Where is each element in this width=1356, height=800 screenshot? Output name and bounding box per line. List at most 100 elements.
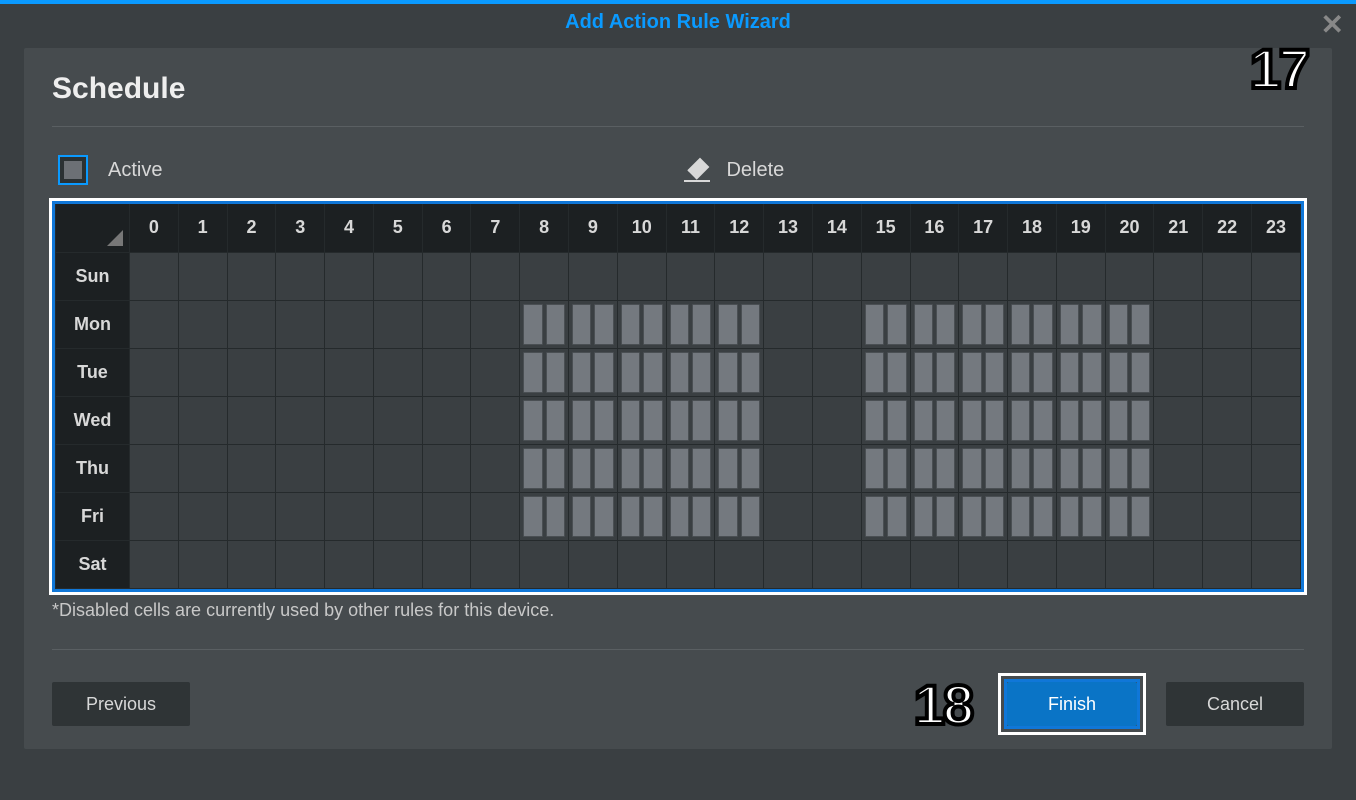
schedule-cell[interactable]: [1056, 444, 1105, 492]
schedule-cell[interactable]: [666, 348, 715, 396]
schedule-cell[interactable]: [1251, 444, 1300, 492]
schedule-cell[interactable]: [130, 444, 179, 492]
schedule-cell[interactable]: [812, 300, 861, 348]
schedule-cell[interactable]: [617, 252, 666, 300]
schedule-cell[interactable]: [276, 300, 325, 348]
schedule-cell[interactable]: [959, 492, 1008, 540]
schedule-cell[interactable]: [764, 444, 813, 492]
schedule-cell[interactable]: [1203, 492, 1252, 540]
schedule-cell[interactable]: [373, 444, 422, 492]
schedule-cell[interactable]: [276, 348, 325, 396]
schedule-cell[interactable]: [617, 540, 666, 588]
schedule-cell[interactable]: [764, 348, 813, 396]
schedule-cell[interactable]: [1203, 444, 1252, 492]
hour-header[interactable]: 0: [130, 204, 179, 252]
schedule-cell[interactable]: [1203, 300, 1252, 348]
schedule-grid[interactable]: 01234567891011121314151617181920212223 S…: [55, 204, 1301, 589]
hour-header[interactable]: 4: [325, 204, 374, 252]
close-icon[interactable]: ✕: [1321, 8, 1344, 41]
hour-header[interactable]: 1: [178, 204, 227, 252]
schedule-cell[interactable]: [227, 396, 276, 444]
schedule-cell[interactable]: [1008, 252, 1057, 300]
hour-header[interactable]: 5: [373, 204, 422, 252]
schedule-cell[interactable]: [1154, 252, 1203, 300]
schedule-cell[interactable]: [861, 540, 910, 588]
schedule-cell[interactable]: [1056, 252, 1105, 300]
schedule-cell[interactable]: [471, 348, 520, 396]
schedule-cell[interactable]: [764, 252, 813, 300]
schedule-cell[interactable]: [276, 540, 325, 588]
schedule-cell[interactable]: [1203, 396, 1252, 444]
schedule-cell[interactable]: [1105, 540, 1154, 588]
previous-button[interactable]: Previous: [52, 682, 190, 726]
schedule-cell[interactable]: [1008, 396, 1057, 444]
day-header[interactable]: Tue: [56, 348, 130, 396]
hour-header[interactable]: 18: [1008, 204, 1057, 252]
schedule-cell[interactable]: [276, 396, 325, 444]
schedule-cell[interactable]: [130, 396, 179, 444]
schedule-cell[interactable]: [715, 396, 764, 444]
schedule-cell[interactable]: [715, 540, 764, 588]
schedule-cell[interactable]: [1056, 396, 1105, 444]
hour-header[interactable]: 9: [569, 204, 618, 252]
schedule-cell[interactable]: [1251, 540, 1300, 588]
schedule-cell[interactable]: [861, 348, 910, 396]
schedule-cell[interactable]: [130, 252, 179, 300]
hour-header[interactable]: 23: [1251, 204, 1300, 252]
grid-corner[interactable]: [56, 204, 130, 252]
schedule-cell[interactable]: [910, 252, 959, 300]
schedule-cell[interactable]: [130, 540, 179, 588]
hour-header[interactable]: 2: [227, 204, 276, 252]
schedule-cell[interactable]: [569, 300, 618, 348]
schedule-cell[interactable]: [1056, 300, 1105, 348]
schedule-cell[interactable]: [812, 444, 861, 492]
schedule-cell[interactable]: [569, 252, 618, 300]
schedule-cell[interactable]: [276, 444, 325, 492]
schedule-cell[interactable]: [373, 540, 422, 588]
schedule-cell[interactable]: [422, 252, 471, 300]
schedule-cell[interactable]: [1105, 252, 1154, 300]
schedule-cell[interactable]: [471, 444, 520, 492]
schedule-cell[interactable]: [617, 348, 666, 396]
schedule-cell[interactable]: [812, 540, 861, 588]
schedule-cell[interactable]: [959, 348, 1008, 396]
schedule-cell[interactable]: [422, 492, 471, 540]
schedule-cell[interactable]: [227, 252, 276, 300]
day-header[interactable]: Wed: [56, 396, 130, 444]
schedule-cell[interactable]: [861, 444, 910, 492]
schedule-cell[interactable]: [666, 300, 715, 348]
schedule-cell[interactable]: [325, 444, 374, 492]
hour-header[interactable]: 12: [715, 204, 764, 252]
schedule-cell[interactable]: [959, 444, 1008, 492]
schedule-cell[interactable]: [471, 252, 520, 300]
schedule-cell[interactable]: [178, 348, 227, 396]
schedule-cell[interactable]: [1008, 540, 1057, 588]
schedule-cell[interactable]: [812, 252, 861, 300]
schedule-cell[interactable]: [471, 492, 520, 540]
schedule-cell[interactable]: [715, 300, 764, 348]
schedule-cell[interactable]: [910, 444, 959, 492]
schedule-cell[interactable]: [1203, 348, 1252, 396]
schedule-cell[interactable]: [325, 540, 374, 588]
schedule-cell[interactable]: [520, 492, 569, 540]
schedule-cell[interactable]: [1056, 492, 1105, 540]
hour-header[interactable]: 16: [910, 204, 959, 252]
hour-header[interactable]: 6: [422, 204, 471, 252]
schedule-cell[interactable]: [1251, 348, 1300, 396]
schedule-cell[interactable]: [617, 492, 666, 540]
schedule-cell[interactable]: [1008, 444, 1057, 492]
schedule-cell[interactable]: [569, 444, 618, 492]
hour-header[interactable]: 13: [764, 204, 813, 252]
schedule-cell[interactable]: [130, 492, 179, 540]
hour-header[interactable]: 22: [1203, 204, 1252, 252]
schedule-cell[interactable]: [861, 252, 910, 300]
schedule-cell[interactable]: [764, 300, 813, 348]
schedule-cell[interactable]: [910, 492, 959, 540]
schedule-cell[interactable]: [325, 396, 374, 444]
schedule-cell[interactable]: [422, 348, 471, 396]
schedule-cell[interactable]: [1203, 540, 1252, 588]
schedule-cell[interactable]: [666, 540, 715, 588]
schedule-cell[interactable]: [1008, 348, 1057, 396]
schedule-cell[interactable]: [471, 396, 520, 444]
schedule-cell[interactable]: [910, 300, 959, 348]
